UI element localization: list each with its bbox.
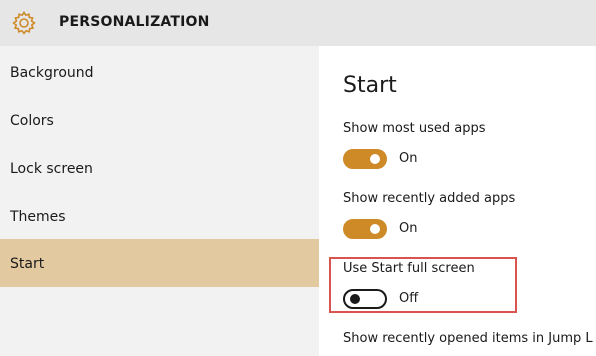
sidebar-item-themes[interactable]: Themes: [0, 192, 319, 240]
setting-label-jump-lists: Show recently opened items in Jump L: [343, 331, 593, 346]
sidebar-item-label: Themes: [10, 209, 66, 225]
sidebar-item-label: Start: [10, 256, 45, 272]
toggle-recently-added-apps[interactable]: [343, 219, 387, 239]
setting-label-full-screen: Use Start full screen: [343, 261, 475, 276]
gear-icon: [11, 10, 37, 36]
sidebar-item-label: Background: [10, 65, 94, 81]
sidebar-item-label: Colors: [10, 113, 54, 129]
toggle-most-used-apps[interactable]: [343, 149, 387, 169]
setting-label-recently-added: Show recently added apps: [343, 191, 516, 206]
sidebar-item-background[interactable]: Background: [0, 48, 319, 96]
toggle-knob: [350, 294, 360, 304]
header-bar: PERSONALIZATION: [0, 0, 596, 46]
page-title: Start: [343, 73, 397, 98]
sidebar-item-label: Lock screen: [10, 161, 93, 177]
sidebar-item-lock-screen[interactable]: Lock screen: [0, 144, 319, 192]
toggle-state-label: On: [399, 221, 418, 236]
toggle-state-label: Off: [399, 291, 419, 306]
sidebar: Background Colors Lock screen Themes Sta…: [0, 46, 319, 356]
sidebar-item-colors[interactable]: Colors: [0, 96, 319, 144]
toggle-knob: [370, 154, 380, 164]
page-header-title: PERSONALIZATION: [59, 14, 210, 30]
main-content: Start Show most used apps On Show recent…: [319, 46, 596, 356]
setting-label-most-used: Show most used apps: [343, 121, 486, 136]
toggle-knob: [370, 224, 380, 234]
toggle-start-full-screen[interactable]: [343, 289, 387, 309]
toggle-state-label: On: [399, 151, 418, 166]
settings-window: PERSONALIZATION Background Colors Lock s…: [0, 0, 596, 356]
sidebar-item-start[interactable]: Start: [0, 239, 319, 287]
